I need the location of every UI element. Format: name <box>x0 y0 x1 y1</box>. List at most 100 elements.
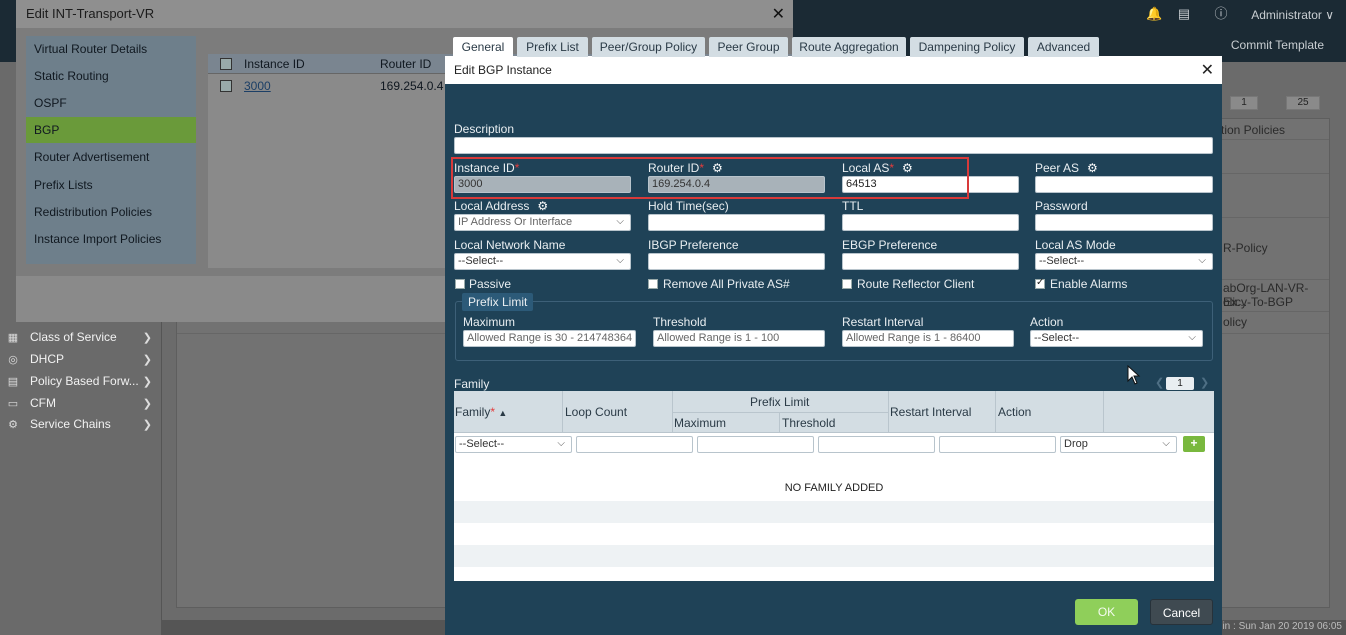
instance-id-field[interactable]: 3000 <box>454 176 631 193</box>
cancel-button[interactable]: Cancel <box>1150 599 1213 625</box>
tab-route-aggregation[interactable]: Route Aggregation <box>792 37 906 57</box>
local-network-name-select[interactable]: --Select-- ⌵ <box>454 253 631 270</box>
background-column-header: tion Policies <box>1221 123 1286 137</box>
column-router-id[interactable]: Router ID <box>380 57 431 71</box>
commit-template-link[interactable]: Commit Template <box>1231 38 1324 52</box>
local-as-label: Local AS* ⚙ <box>842 161 913 175</box>
description-field[interactable] <box>454 137 1213 154</box>
router-id-label: Router ID* ⚙ <box>648 161 723 175</box>
chevron-right-icon[interactable]: ❯ <box>1200 376 1209 389</box>
menu-item-virtual-router-details[interactable]: Virtual Router Details <box>26 36 196 62</box>
chevron-left-icon[interactable]: ❮ <box>1155 376 1164 389</box>
row-checkbox[interactable] <box>220 80 232 92</box>
tab-dampening-policy[interactable]: Dampening Policy <box>910 37 1024 57</box>
mouse-pointer-icon <box>1127 365 1141 385</box>
nav-item-cfm[interactable]: ▭ CFM ❯ <box>4 393 160 413</box>
tab-general[interactable]: General <box>453 37 513 57</box>
nav-item-class-of-service[interactable]: ▦ Class of Service ❯ <box>4 327 160 347</box>
background-pager-input[interactable]: 1 <box>1230 96 1258 110</box>
password-field[interactable] <box>1035 214 1213 231</box>
menu-item-ospf[interactable]: OSPF <box>26 90 196 116</box>
family-threshold-field[interactable] <box>818 436 935 453</box>
menu-item-bgp[interactable]: BGP <box>26 117 196 143</box>
menu-item-redistribution-policies[interactable]: Redistribution Policies <box>26 199 196 225</box>
add-family-button[interactable]: + <box>1183 436 1205 452</box>
close-icon[interactable]: ✕ <box>1201 60 1214 80</box>
remove-private-as-label: Remove All Private AS# <box>663 277 790 291</box>
local-as-field[interactable]: 64513 <box>842 176 1019 193</box>
dialog-header: Edit INT-Transport-VR ✕ <box>16 0 793 28</box>
user-menu[interactable]: Administrator ∨ <box>1251 8 1334 22</box>
menu-item-router-advertisement[interactable]: Router Advertisement <box>26 144 196 170</box>
passive-checkbox[interactable] <box>455 279 465 289</box>
enable-alarms-checkbox[interactable] <box>1035 277 1045 289</box>
loop-count-field[interactable] <box>576 436 693 453</box>
restart-interval-field[interactable]: Allowed Range is 1 - 86400 <box>842 330 1014 347</box>
nav-item-label: CFM <box>30 396 56 410</box>
ibgp-preference-field[interactable] <box>648 253 825 270</box>
background-page-size-select[interactable]: 25 <box>1286 96 1320 110</box>
restart-interval-label: Restart Interval <box>842 315 924 329</box>
family-select[interactable]: --Select-- ⌵ <box>455 436 572 453</box>
route-reflector-client-label: Route Reflector Client <box>857 277 975 291</box>
document-icon[interactable]: ▤ <box>1176 6 1192 22</box>
column-family[interactable]: Family* ▲ <box>455 405 507 419</box>
tab-advanced[interactable]: Advanced <box>1028 37 1099 57</box>
tab-prefix-list[interactable]: Prefix List <box>517 37 588 57</box>
menu-item-instance-import-policies[interactable]: Instance Import Policies <box>26 226 196 252</box>
nav-item-policy-based-forwarding[interactable]: ▤ Policy Based Forw... ❯ <box>4 371 160 391</box>
hold-time-label: Hold Time(sec) <box>648 199 729 213</box>
tab-peer-group[interactable]: Peer Group <box>709 37 788 57</box>
passive-label: Passive <box>469 277 512 291</box>
chevron-down-icon: ⌵ <box>616 255 624 266</box>
instance-id-link[interactable]: 3000 <box>244 79 271 93</box>
family-pager-input[interactable]: 1 <box>1166 377 1194 390</box>
route-reflector-client-checkbox[interactable] <box>842 279 852 289</box>
local-network-name-label: Local Network Name <box>454 238 566 252</box>
hold-time-field[interactable] <box>648 214 825 231</box>
sort-icon: ▲ <box>498 408 508 418</box>
info-icon[interactable]: ⓘ <box>1213 6 1229 22</box>
gear-icon[interactable]: ⚙ <box>712 161 723 175</box>
threshold-field[interactable]: Allowed Range is 1 - 100 <box>653 330 825 347</box>
select-all-checkbox[interactable] <box>220 58 232 70</box>
local-address-select[interactable]: IP Address Or Interface ⌵ <box>454 214 631 231</box>
empty-state-text: NO FAMILY ADDED <box>784 482 884 494</box>
gear-icon[interactable]: ⚙ <box>537 199 548 213</box>
chevron-right-icon: ❯ <box>142 353 152 366</box>
nav-item-service-chains[interactable]: ⚙ Service Chains ❯ <box>4 414 160 434</box>
close-icon[interactable]: ✕ <box>772 4 785 24</box>
ttl-field[interactable] <box>842 214 1019 231</box>
ok-button[interactable]: OK <box>1075 599 1138 625</box>
nav-item-dhcp[interactable]: ◎ DHCP ❯ <box>4 349 160 369</box>
router-id-field[interactable]: 169.254.0.4 <box>648 176 825 193</box>
instance-id-label: Instance ID* <box>454 161 520 175</box>
family-section-label: Family <box>454 377 490 391</box>
remove-private-as-checkbox[interactable] <box>648 279 658 289</box>
local-as-mode-select[interactable]: --Select-- ⌵ <box>1035 253 1213 270</box>
peer-as-field[interactable] <box>1035 176 1213 193</box>
maximum-label: Maximum <box>463 315 516 329</box>
background-cell: olicy <box>1223 315 1248 329</box>
column-restart-interval: Restart Interval <box>890 405 972 419</box>
tab-peer-group-policy[interactable]: Peer/Group Policy <box>592 37 705 57</box>
background-cell: olicy-To-BGP <box>1223 295 1294 309</box>
column-loop-count: Loop Count <box>565 405 628 419</box>
maximum-field[interactable]: Allowed Range is 30 - 214748364 <box>463 330 636 347</box>
gear-icon[interactable]: ⚙ <box>902 161 913 175</box>
gear-icon: ⚙ <box>8 418 18 431</box>
menu-item-static-routing[interactable]: Static Routing <box>26 63 196 89</box>
family-maximum-field[interactable] <box>697 436 814 453</box>
password-label: Password <box>1035 199 1088 213</box>
peer-as-label: Peer AS ⚙ <box>1035 161 1098 175</box>
bell-icon[interactable]: 🔔 <box>1146 6 1162 22</box>
column-instance-id[interactable]: Instance ID <box>244 57 305 71</box>
menu-item-prefix-lists[interactable]: Prefix Lists <box>26 172 196 198</box>
ebgp-preference-field[interactable] <box>842 253 1019 270</box>
dialog-title: Edit BGP Instance <box>454 63 552 77</box>
family-action-select[interactable]: Drop ⌵ <box>1060 436 1177 453</box>
family-restart-interval-field[interactable] <box>939 436 1056 453</box>
router-id-cell: 169.254.0.4 <box>380 79 444 93</box>
gear-icon[interactable]: ⚙ <box>1087 161 1098 175</box>
action-select[interactable]: --Select-- ⌵ <box>1030 330 1203 347</box>
